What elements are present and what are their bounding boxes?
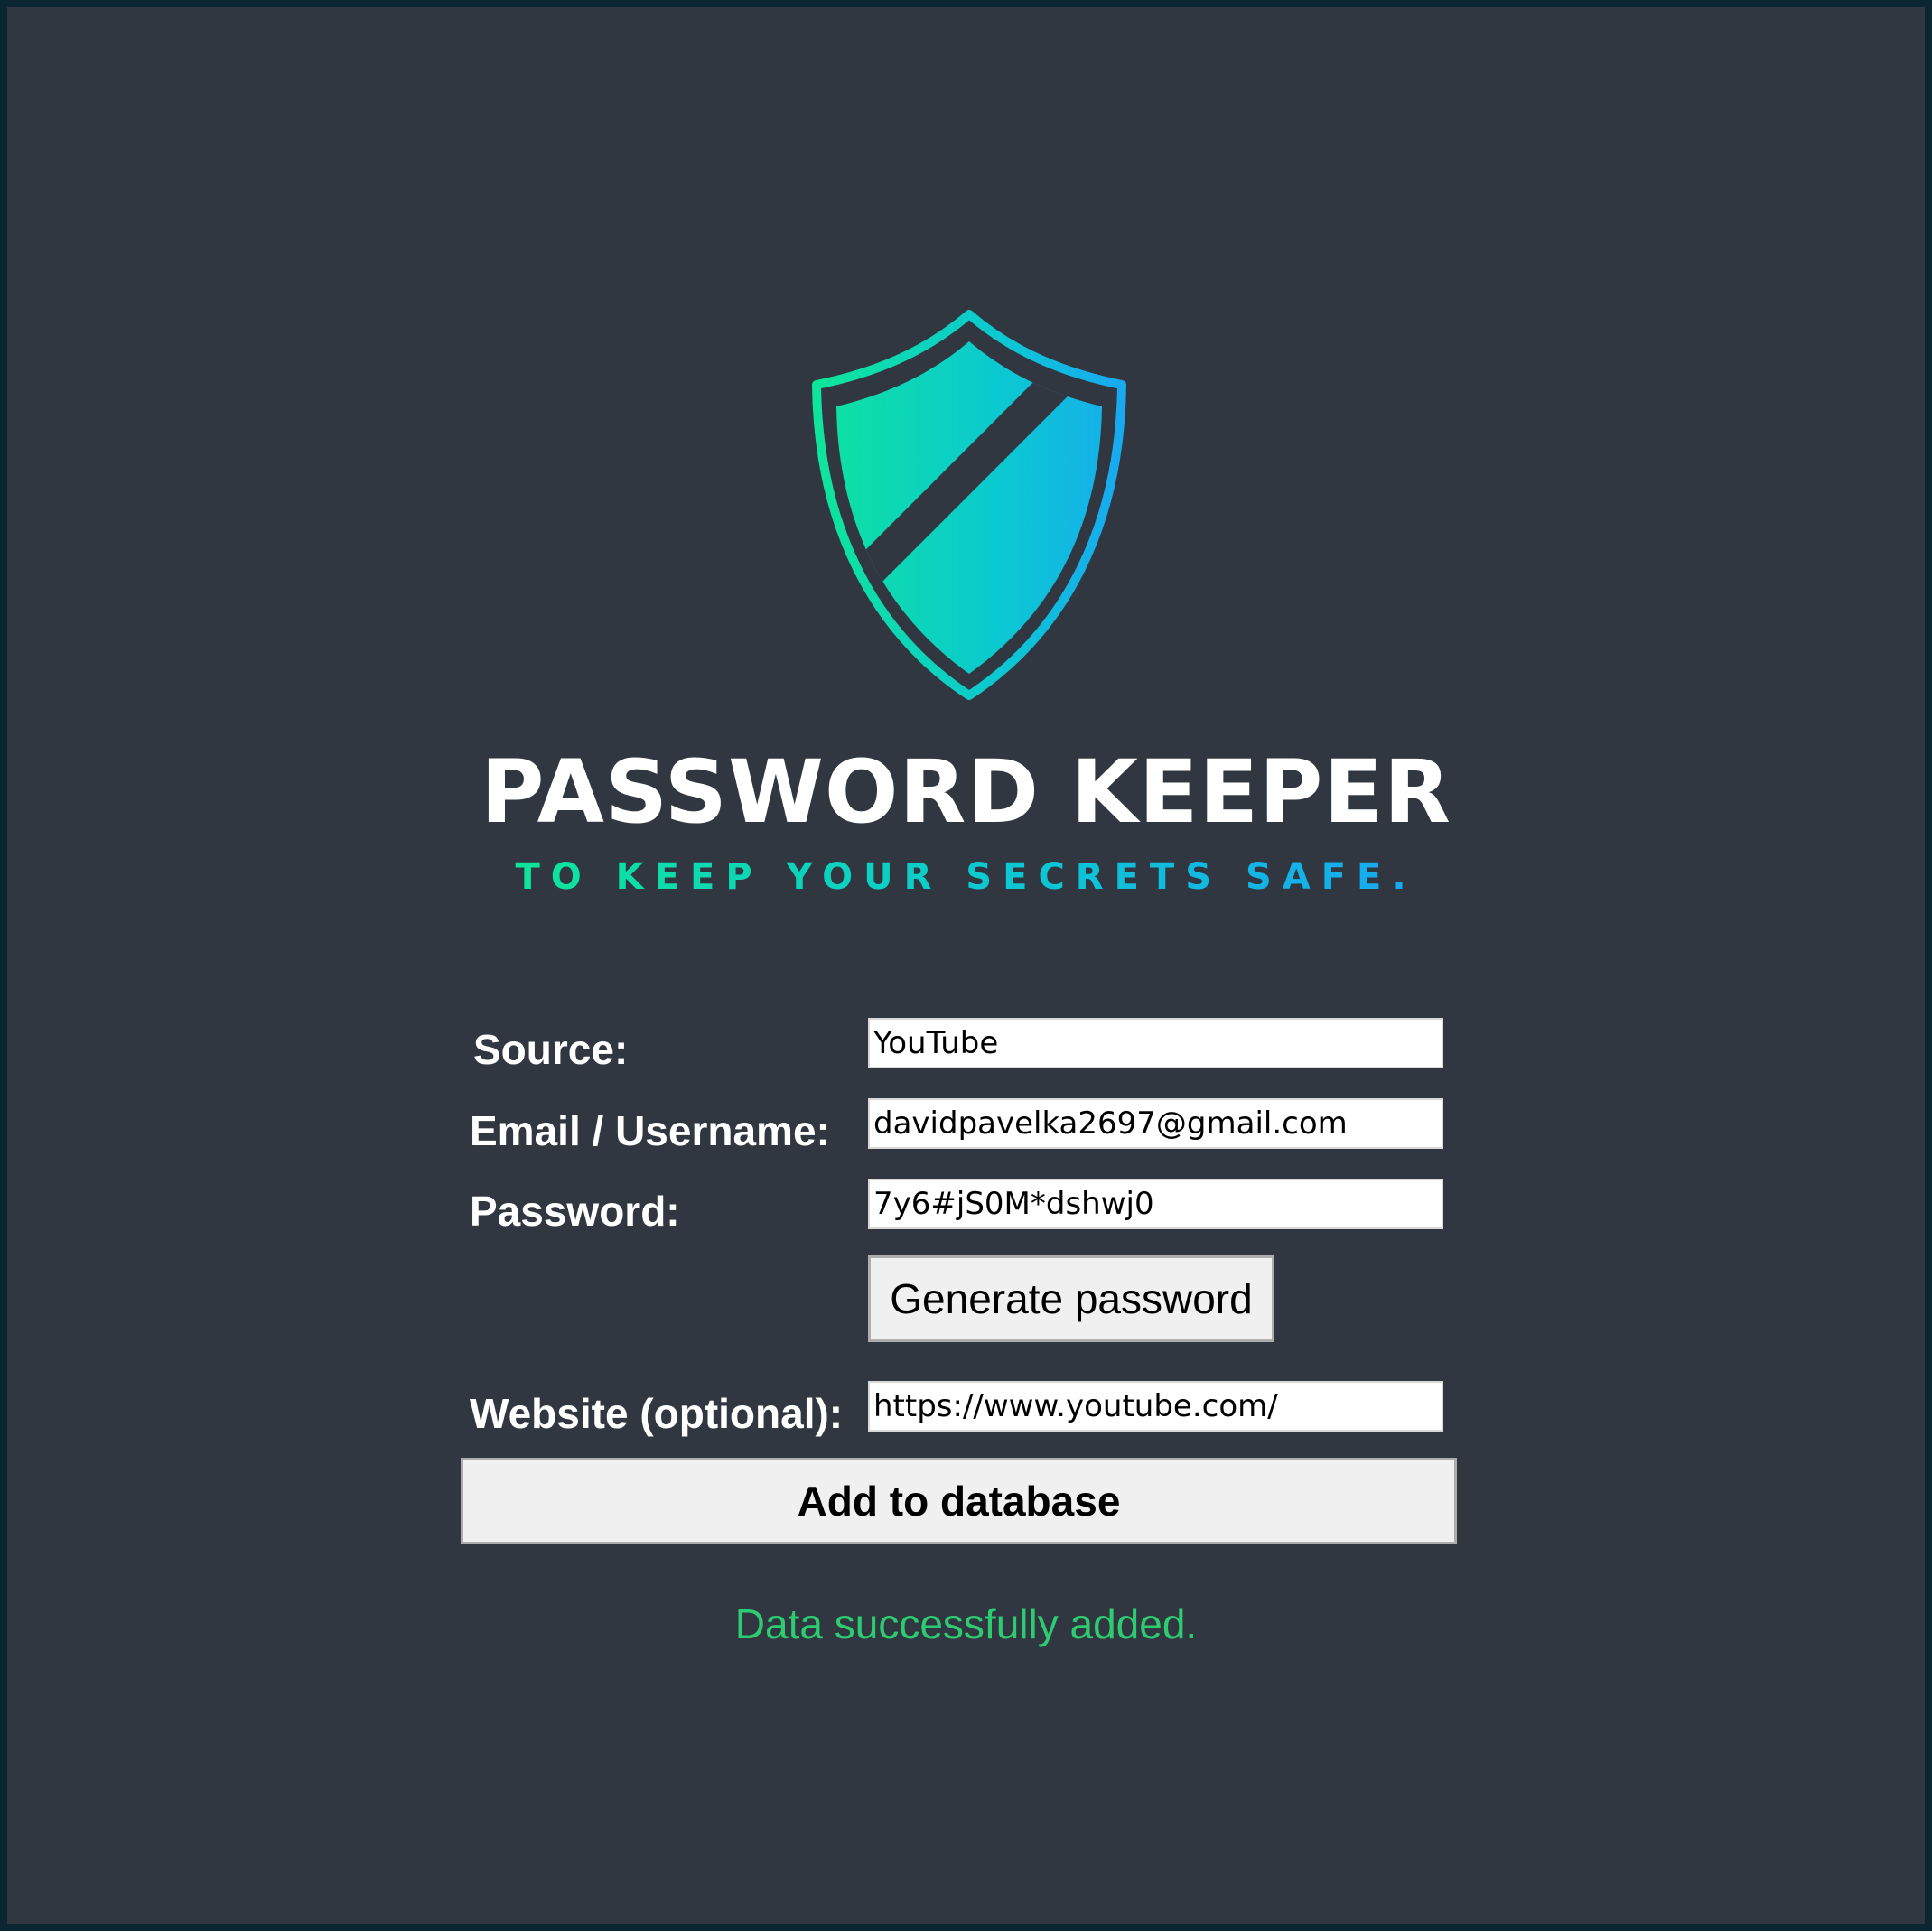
status-message: Data successfully added. (734, 1600, 1198, 1647)
app-window: PASSWORD KEEPER TO KEEP YOUR SECRETS SAF… (7, 7, 1925, 1924)
email-input[interactable] (868, 1098, 1443, 1149)
app-tagline: TO KEEP YOUR SECRETS SAFE. (7, 854, 1925, 900)
password-input[interactable] (868, 1179, 1443, 1229)
email-label: Email / Username: (470, 1107, 830, 1154)
password-label: Password: (470, 1188, 680, 1235)
shield-icon (812, 310, 1126, 700)
website-label: Website (optional): (470, 1390, 844, 1437)
generate-password-button[interactable]: Generate password (868, 1255, 1274, 1342)
app-title: PASSWORD KEEPER (481, 742, 1451, 843)
add-to-database-button[interactable]: Add to database (461, 1458, 1457, 1544)
tagline-text: TO KEEP YOUR SECRETS SAFE. (515, 856, 1417, 898)
website-input[interactable] (868, 1381, 1443, 1432)
source-label: Source: (473, 1026, 629, 1073)
source-input[interactable] (868, 1018, 1443, 1068)
